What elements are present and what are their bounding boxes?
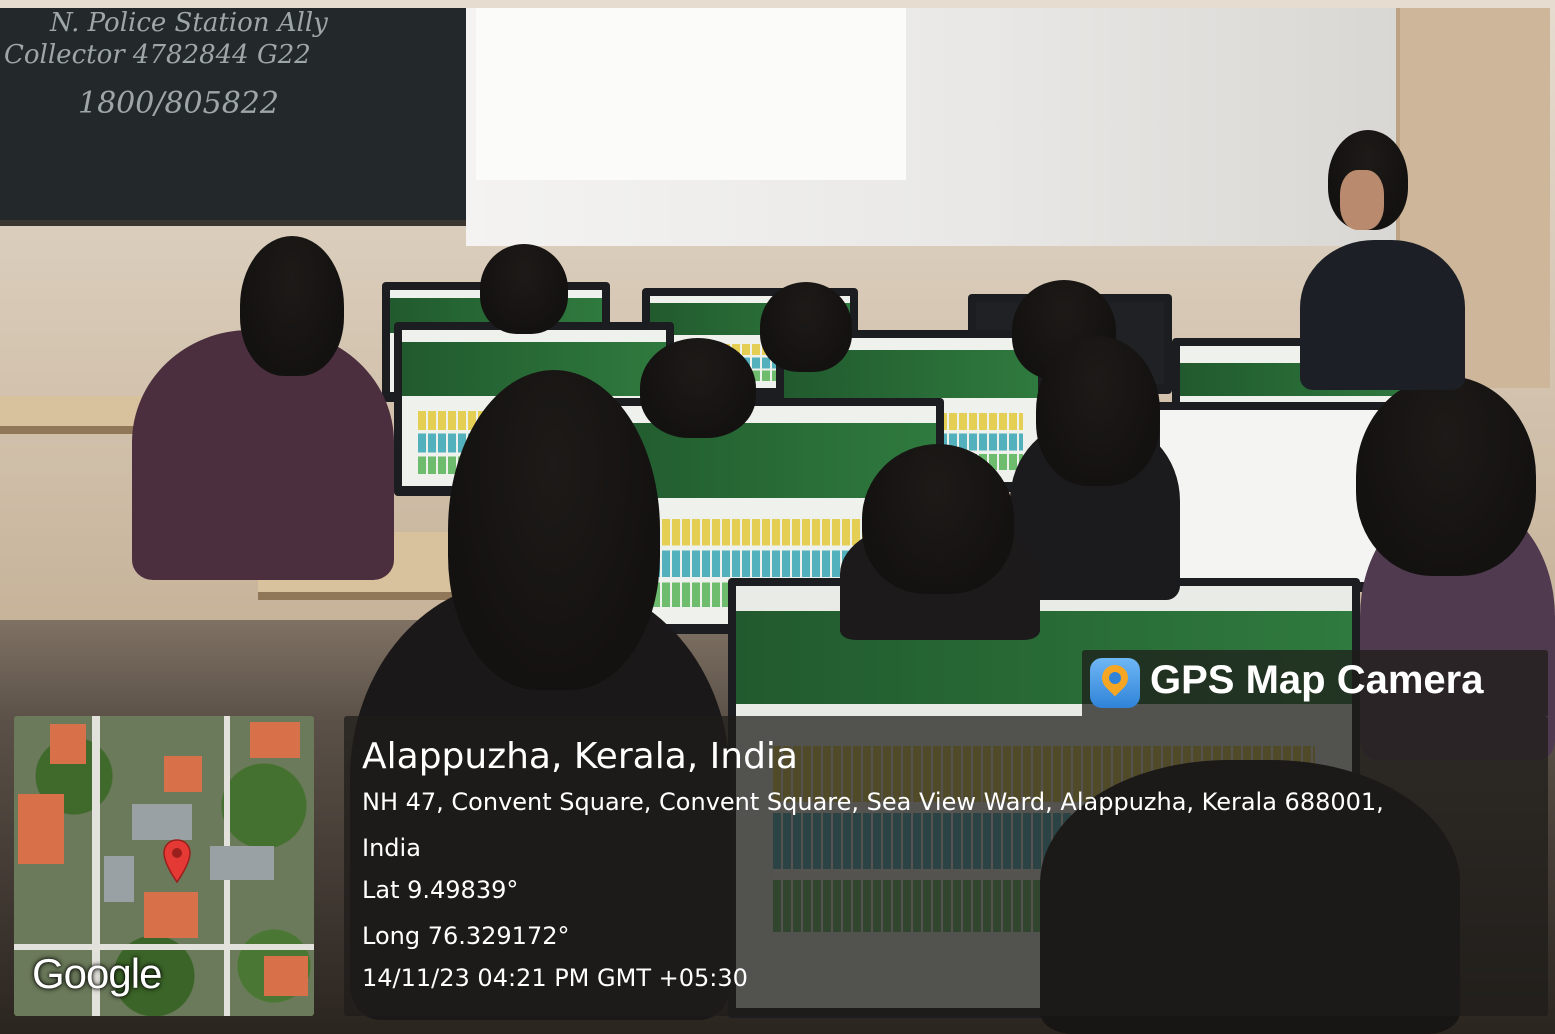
map-building bbox=[144, 892, 198, 938]
gps-map-camera-badge: GPS Map Camera bbox=[1082, 650, 1548, 716]
student-head bbox=[1356, 376, 1536, 576]
map-building bbox=[250, 722, 300, 758]
map-pin-camera-icon bbox=[1090, 658, 1140, 708]
latitude: Lat 9.49839° bbox=[362, 876, 519, 904]
address-line-1: NH 47, Convent Square, Convent Square, S… bbox=[362, 788, 1384, 816]
projector-screen bbox=[466, 8, 1396, 246]
address-line-2: India bbox=[362, 834, 421, 862]
blackboard-line-2: Collector 4782844 G22 bbox=[4, 40, 311, 70]
map-pin-icon bbox=[162, 838, 192, 886]
google-logo: Google bbox=[32, 950, 162, 997]
student-head bbox=[480, 244, 568, 334]
student-head bbox=[862, 444, 1014, 594]
student-head bbox=[760, 282, 852, 372]
map-building bbox=[18, 794, 64, 864]
map-building bbox=[50, 724, 86, 764]
desk-left bbox=[0, 396, 142, 434]
blackboard: N. Police Station Ally Collector 4782844… bbox=[0, 8, 466, 226]
map-building bbox=[104, 856, 134, 902]
student-head bbox=[1036, 336, 1160, 486]
map-building bbox=[164, 756, 202, 792]
student-head bbox=[240, 236, 344, 376]
blackboard-line-3: 1800/805822 bbox=[78, 86, 279, 121]
map-thumbnail: Google bbox=[14, 716, 314, 1016]
longitude: Long 76.329172° bbox=[362, 922, 570, 950]
map-building bbox=[132, 804, 192, 840]
map-building bbox=[264, 956, 308, 996]
blackboard-line-1: N. Police Station Ally bbox=[50, 8, 328, 38]
timestamp: 14/11/23 04:21 PM GMT +05:30 bbox=[362, 964, 748, 992]
location-info-panel: Alappuzha, Kerala, India NH 47, Convent … bbox=[344, 716, 1548, 1016]
map-building bbox=[210, 846, 274, 880]
app-name: GPS Map Camera bbox=[1150, 658, 1484, 702]
student-head bbox=[640, 338, 756, 438]
teacher bbox=[1300, 130, 1465, 390]
student-head bbox=[448, 370, 660, 690]
place-name: Alappuzha, Kerala, India bbox=[362, 736, 798, 777]
